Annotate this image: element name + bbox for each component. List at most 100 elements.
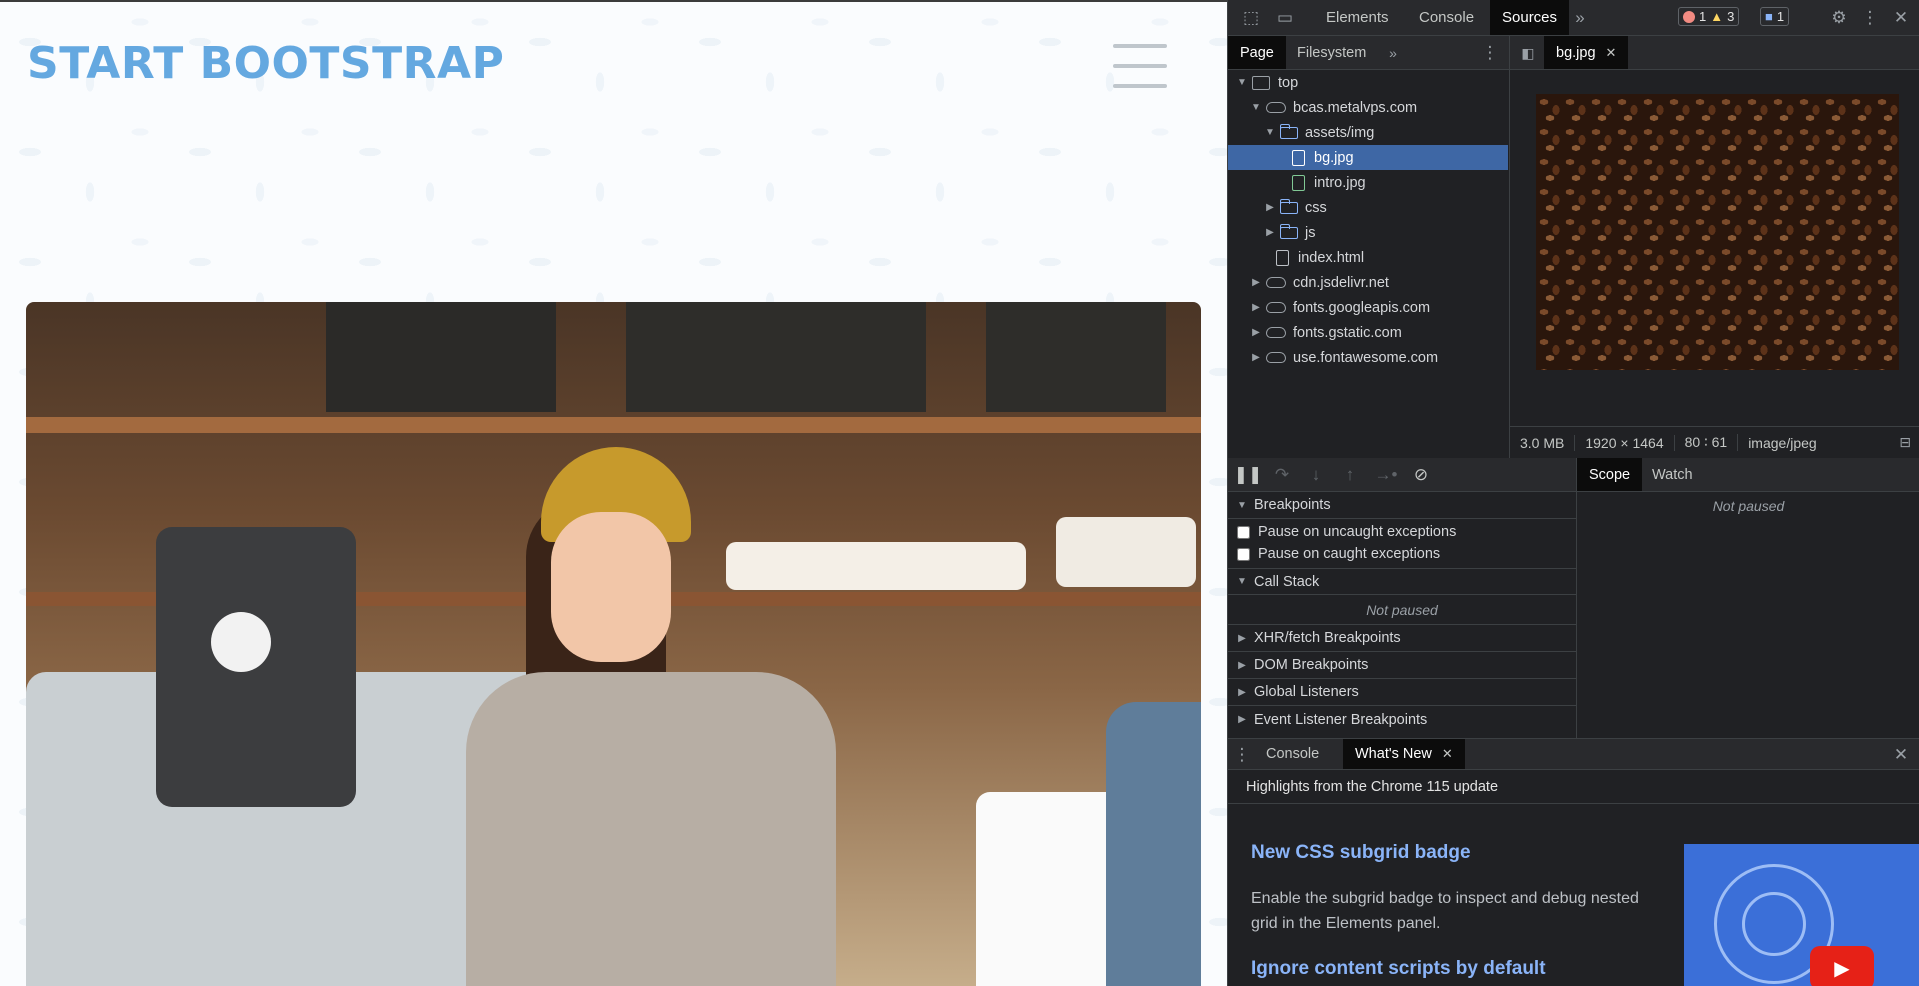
- pause-uncaught-checkbox[interactable]: [1237, 525, 1250, 539]
- kebab-menu-icon[interactable]: ⋮: [1857, 0, 1883, 36]
- image-preview: [1536, 94, 1899, 370]
- tab-sources[interactable]: Sources: [1490, 0, 1570, 35]
- call-stack-section[interactable]: ▼ Call Stack: [1228, 568, 1576, 595]
- pause-caught-checkbox[interactable]: [1237, 547, 1250, 561]
- close-tab-icon[interactable]: ✕: [1606, 45, 1617, 61]
- close-drawer-icon[interactable]: ✕: [1888, 739, 1914, 771]
- collapsed-arrow-icon: ▶: [1238, 659, 1246, 671]
- collapsed-arrow-icon[interactable]: ▶: [1250, 352, 1262, 363]
- collapsed-arrow-icon[interactable]: ▶: [1250, 277, 1262, 288]
- tree-item[interactable]: ▼ bcas.metalvps.com: [1228, 95, 1508, 120]
- deactivate-breakpoints-icon[interactable]: ⊘: [1408, 458, 1434, 492]
- close-whats-new-icon[interactable]: ✕: [1442, 746, 1453, 762]
- more-tabs-icon[interactable]: »: [1568, 0, 1592, 36]
- debugger-sidebar: ▼ Breakpoints Pause on uncaught exceptio…: [1228, 492, 1576, 738]
- section-label: Call Stack: [1254, 573, 1320, 590]
- tree-item[interactable]: ▶ css: [1228, 195, 1508, 220]
- tree-item-label: fonts.googleapis.com: [1293, 299, 1431, 316]
- debugger-toolbar: ❚❚ ↷ ↓ ↑ →• ⊘: [1228, 458, 1576, 492]
- video-thumbnail[interactable]: ▶: [1684, 844, 1919, 986]
- tab-console[interactable]: Console: [1407, 0, 1486, 35]
- breakpoints-section[interactable]: ▼ Breakpoints: [1228, 492, 1576, 519]
- close-devtools-icon[interactable]: ✕: [1886, 0, 1916, 36]
- message-counter[interactable]: ■ 1: [1760, 7, 1790, 26]
- collapsed-arrow-icon[interactable]: ▶: [1264, 202, 1276, 213]
- expanded-arrow-icon[interactable]: ▼: [1250, 102, 1262, 113]
- navigator-header: Page Filesystem » ⋮: [1228, 36, 1509, 70]
- global-listeners-section[interactable]: ▶ Global Listeners: [1228, 679, 1576, 706]
- image-dimensions: 1920 × 1464: [1575, 434, 1675, 451]
- device-toolbar-icon[interactable]: ▭: [1270, 0, 1300, 36]
- expanded-arrow-icon[interactable]: ▼: [1264, 127, 1276, 138]
- tree-item[interactable]: ▼ top: [1228, 70, 1508, 95]
- tab-elements[interactable]: Elements: [1314, 0, 1401, 35]
- image-info-bar: 3.0 MB 1920 × 1464 80 ∶ 61 image/jpeg ⊟: [1510, 426, 1919, 458]
- error-count: 1: [1699, 9, 1707, 24]
- tree-item[interactable]: ▶ cdn.jsdelivr.net: [1228, 270, 1508, 295]
- toggle-drawer-icon[interactable]: ⊟: [1899, 434, 1911, 451]
- tree-item[interactable]: bg.jpg: [1228, 145, 1508, 170]
- scope-pane: Not paused: [1576, 492, 1919, 738]
- xhr-breakpoints-section[interactable]: ▶ XHR/fetch Breakpoints: [1228, 625, 1576, 652]
- collapsed-arrow-icon: ▶: [1238, 632, 1246, 644]
- tab-filesystem[interactable]: Filesystem: [1285, 36, 1378, 69]
- drawer-tab-console[interactable]: Console: [1254, 739, 1331, 769]
- step-out-icon[interactable]: ↑: [1338, 458, 1362, 492]
- error-counter[interactable]: 1 ▲ 3: [1678, 7, 1740, 26]
- drawer-tab-whats-new[interactable]: What's New ✕: [1343, 739, 1465, 769]
- file-tree: ▼ top ▼ bcas.metalvps.com ▼ assets/img bg.jpg i…: [1228, 70, 1509, 458]
- tab-page[interactable]: Page: [1228, 36, 1286, 69]
- message-count: 1: [1776, 9, 1785, 24]
- tree-item-label: assets/img: [1305, 124, 1375, 141]
- step-into-icon[interactable]: ↓: [1304, 458, 1328, 492]
- event-listener-breakpoints-section[interactable]: ▶ Event Listener Breakpoints: [1228, 706, 1576, 733]
- tab-scope[interactable]: Scope: [1577, 458, 1643, 491]
- dom-breakpoints-section[interactable]: ▶ DOM Breakpoints: [1228, 652, 1576, 679]
- inspect-element-icon[interactable]: ⬚: [1236, 0, 1266, 36]
- collapsed-arrow-icon[interactable]: ▶: [1250, 327, 1262, 338]
- tab-watch[interactable]: Watch: [1640, 458, 1705, 491]
- image-mime: image/jpeg: [1748, 434, 1817, 451]
- more-navigator-tabs-icon[interactable]: »: [1383, 36, 1403, 70]
- folder-icon: [1279, 223, 1298, 239]
- toggle-navigator-icon[interactable]: ◧: [1516, 36, 1540, 70]
- editor-tab-bg-jpg[interactable]: bg.jpg ✕: [1544, 36, 1629, 69]
- tree-item-label: js: [1305, 224, 1316, 241]
- website-viewport: START BOOTSTRAP: [0, 0, 1227, 986]
- drawer-menu-icon[interactable]: ⋮: [1234, 739, 1251, 771]
- checkbox-label: Pause on uncaught exceptions: [1258, 524, 1457, 540]
- section-label: Event Listener Breakpoints: [1254, 711, 1428, 728]
- tree-item[interactable]: ▶ fonts.googleapis.com: [1228, 295, 1508, 320]
- tree-item[interactable]: ▶ fonts.gstatic.com: [1228, 320, 1508, 345]
- settings-gear-icon[interactable]: ⚙: [1824, 0, 1854, 36]
- expanded-arrow-icon[interactable]: ▼: [1236, 77, 1248, 88]
- call-stack-status: Not paused: [1366, 601, 1438, 618]
- collapsed-arrow-icon[interactable]: ▶: [1264, 227, 1276, 238]
- brand-logo[interactable]: START BOOTSTRAP: [27, 38, 504, 89]
- pause-icon[interactable]: ❚❚: [1234, 458, 1263, 492]
- folder-icon: [1279, 198, 1298, 214]
- section-label: DOM Breakpoints: [1254, 657, 1369, 673]
- step-icon[interactable]: →•: [1372, 458, 1400, 492]
- cloud-icon: [1266, 352, 1286, 363]
- menu-toggle-button[interactable]: [1113, 44, 1167, 88]
- whats-new-content: New CSS subgrid badge Enable the subgrid…: [1228, 804, 1919, 986]
- pause-uncaught-row: Pause on uncaught exceptions: [1228, 521, 1576, 543]
- scope-status: Not paused: [1712, 498, 1785, 514]
- tree-item[interactable]: ▶ js: [1228, 220, 1508, 245]
- feature-title-content-scripts[interactable]: Ignore content scripts by default: [1251, 958, 1546, 980]
- tree-item-label: fonts.gstatic.com: [1293, 324, 1402, 341]
- feature-title-subgrid[interactable]: New CSS subgrid badge: [1251, 842, 1471, 864]
- frame-icon: [1252, 75, 1270, 90]
- step-over-icon[interactable]: ↷: [1270, 458, 1294, 492]
- play-icon[interactable]: ▶: [1810, 946, 1874, 986]
- tree-item[interactable]: ▶ use.fontawesome.com: [1228, 345, 1508, 370]
- pause-caught-row: Pause on caught exceptions: [1228, 543, 1576, 565]
- tree-item[interactable]: intro.jpg: [1228, 170, 1508, 195]
- tree-item[interactable]: index.html: [1228, 245, 1508, 270]
- tree-item[interactable]: ▼ assets/img: [1228, 120, 1508, 145]
- tree-item-label: intro.jpg: [1314, 174, 1366, 191]
- navigator-menu-icon[interactable]: ⋮: [1480, 36, 1500, 70]
- cloud-icon: [1266, 102, 1286, 113]
- collapsed-arrow-icon[interactable]: ▶: [1250, 302, 1262, 313]
